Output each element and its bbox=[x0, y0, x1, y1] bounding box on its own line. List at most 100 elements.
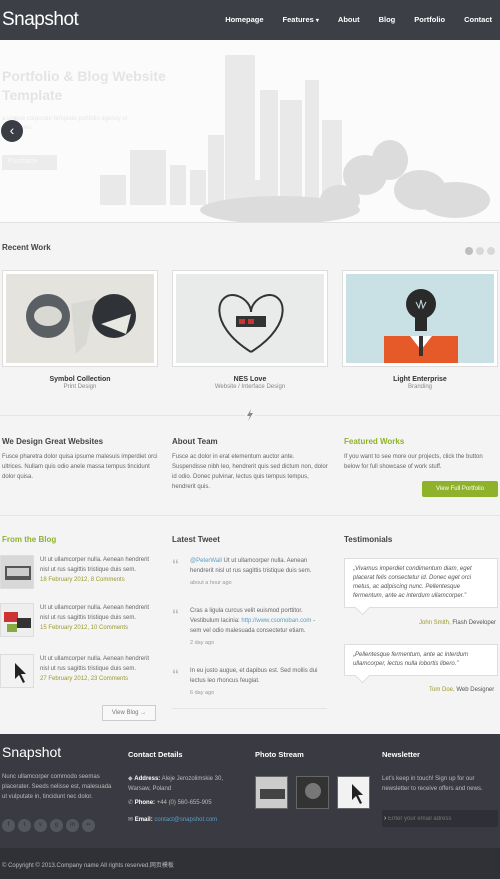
mail-icon: ✉ bbox=[128, 817, 134, 823]
chevron-down-icon: ▾ bbox=[315, 18, 319, 24]
carousel-dots bbox=[465, 247, 495, 255]
facebook-icon[interactable]: f bbox=[2, 819, 15, 832]
testimonial-author-name: John Smith, bbox=[419, 620, 451, 626]
contact-details-title: Contact Details bbox=[128, 750, 183, 759]
purchase-button[interactable]: Purchase bbox=[2, 155, 57, 170]
work-name-3: Light Enterprise bbox=[393, 376, 447, 383]
address-label: Address: bbox=[134, 776, 161, 782]
footer-about-text: Nunc ullamcorper commodo seemas placerat… bbox=[2, 774, 112, 800]
nes-love-image bbox=[176, 274, 324, 363]
top-bar: Snapshot Homepage Features ▾ About Blog … bbox=[0, 0, 500, 40]
testimonial-author-1: John Smith, Flash Developer bbox=[419, 620, 496, 626]
slider-prev-button[interactable]: ‹ bbox=[1, 120, 23, 142]
hero-title: Portfolio & Blog Website Template bbox=[2, 68, 166, 103]
carousel-dot-2[interactable] bbox=[476, 247, 484, 255]
copyright-text: © Copyright © 2013.Company name All righ… bbox=[2, 863, 174, 869]
photo-stream-thumb-1[interactable] bbox=[255, 776, 288, 809]
lightning-icon bbox=[245, 409, 255, 421]
contact-phone: ✆ Phone: +44 (0) 560-655-905 bbox=[128, 798, 238, 808]
email-label: Email: bbox=[134, 817, 153, 823]
nav-contact[interactable]: Contact bbox=[464, 15, 492, 24]
blog-post-excerpt: Ut ut ullamcorper nulla. Aenean hendreri… bbox=[40, 557, 150, 573]
blog-post-text: Ut ut ullamcorper nulla. Aenean hendreri… bbox=[40, 555, 157, 585]
blog-post-comments[interactable]: 10 Comments bbox=[91, 625, 128, 631]
testimonial-quote-1: „Vivamus imperdiet condimentum diam, ege… bbox=[344, 558, 498, 608]
symbol-collection-image bbox=[6, 274, 154, 363]
blog-post-comments[interactable]: 8 Comments bbox=[91, 577, 125, 583]
blog-thumbnail-2 bbox=[0, 603, 34, 637]
carousel-dot-1[interactable] bbox=[465, 247, 473, 255]
phone-value: +44 (0) 560-655-905 bbox=[156, 800, 212, 806]
tweet-time: about a hour ago bbox=[190, 580, 232, 586]
testimonial-author-role: Web Designer bbox=[454, 687, 495, 693]
contact-address: ◆ Address: Aleje Jerozolimskie 30, Warsa… bbox=[128, 774, 238, 794]
photo-stream-thumb-3[interactable] bbox=[337, 776, 370, 809]
featured-works-title: Featured Works bbox=[344, 437, 405, 446]
location-icon: ◆ bbox=[128, 776, 133, 782]
hero-slider: Portfolio & Blog Website Template a uniq… bbox=[0, 40, 500, 223]
latest-tweet-title: Latest Tweet bbox=[172, 535, 220, 544]
site-logo[interactable]: Snapshot bbox=[2, 9, 79, 31]
testimonial-author-name: Tom Doe, bbox=[429, 687, 455, 693]
vimeo-icon[interactable]: v bbox=[34, 819, 47, 832]
tweet-text: In eu justo augue, et dapibus est. Sed m… bbox=[190, 668, 318, 684]
photo-stream-thumb-2[interactable] bbox=[296, 776, 329, 809]
view-blog-button[interactable]: View Blog → bbox=[102, 705, 156, 721]
testimonial-quote-2: „Pellentesque fermentum, ante ac interdu… bbox=[344, 644, 498, 676]
blog-post-date: 18 February 2012, bbox=[40, 577, 90, 583]
footer: Snapshot Nunc ullamcorper commodo seemas… bbox=[0, 734, 500, 848]
google-plus-icon[interactable]: g bbox=[50, 819, 63, 832]
phone-label: Phone: bbox=[134, 800, 156, 806]
blog-title: From the Blog bbox=[2, 535, 57, 544]
nav-homepage[interactable]: Homepage bbox=[225, 15, 263, 24]
blog-thumbnail-1 bbox=[0, 555, 34, 589]
newsletter-text: Let's keep in touch! Sign up for our new… bbox=[382, 776, 483, 792]
design-text: Fusce pharetra dolor quisa ipsume malesu… bbox=[2, 454, 158, 480]
newsletter-email-input[interactable] bbox=[382, 810, 498, 827]
email-link[interactable]: contact@snapshot.com bbox=[154, 817, 217, 823]
nav-features-label: Features bbox=[282, 15, 314, 24]
twitter-icon[interactable]: t bbox=[18, 819, 31, 832]
work-card-light-enterprise[interactable] bbox=[342, 270, 498, 367]
nav-features[interactable]: Features ▾ bbox=[283, 15, 319, 24]
work-card-nes-love[interactable] bbox=[172, 270, 328, 367]
blog-post-3[interactable]: Ut ut ullamcorper nulla. Aenean hendreri… bbox=[0, 654, 157, 698]
nav-about[interactable]: About bbox=[338, 15, 360, 24]
quote-icon: “ bbox=[172, 666, 179, 682]
blog-thumbnail-3 bbox=[0, 654, 34, 688]
bottom-bar: © Copyright © 2013.Company name All righ… bbox=[0, 848, 500, 879]
contact-email: ✉ Email: contact@snapshot.com bbox=[128, 815, 243, 825]
blog-post-date: 15 February 2012, bbox=[40, 625, 90, 631]
carousel-dot-3[interactable] bbox=[487, 247, 495, 255]
work-card-symbol-collection[interactable] bbox=[2, 270, 158, 367]
blog-post-1[interactable]: Ut ut ullamcorper nulla. Aenean hendreri… bbox=[0, 555, 157, 599]
arrow-right-icon: › bbox=[384, 815, 387, 822]
light-enterprise-image bbox=[346, 274, 494, 363]
nav-blog[interactable]: Blog bbox=[379, 15, 396, 24]
blog-post-comments[interactable]: 23 Comments bbox=[91, 676, 128, 682]
tweet-link[interactable]: http://www.csomoban.com bbox=[241, 618, 311, 624]
blog-post-date: 27 February 2012, bbox=[40, 676, 90, 682]
flickr-icon[interactable]: •• bbox=[82, 819, 95, 832]
tweet-time: 6 day ago bbox=[190, 690, 215, 696]
testimonial-author-2: Tom Doe, Web Designer bbox=[429, 687, 494, 693]
quote-icon: “ bbox=[172, 556, 179, 572]
section-divider-2 bbox=[0, 515, 500, 516]
photo-stream-title: Photo Stream bbox=[255, 750, 304, 759]
newsletter-title: Newsletter bbox=[382, 750, 420, 759]
testimonial-author-role: Flash Developer bbox=[450, 620, 497, 626]
blog-post-text: Ut ut ullamcorper nulla. Aenean hendreri… bbox=[40, 654, 157, 684]
design-title: We Design Great Websites bbox=[2, 437, 104, 446]
footer-logo: Snapshot bbox=[2, 744, 62, 760]
blog-post-excerpt: Ut ut ullamcorper nulla. Aenean hendreri… bbox=[40, 656, 150, 672]
recent-work-title: Recent Work bbox=[2, 243, 51, 252]
social-icons: f t v g in •• bbox=[2, 819, 95, 832]
view-portfolio-button[interactable]: View Full Portfolio bbox=[422, 481, 498, 497]
quote-icon: “ bbox=[172, 606, 179, 622]
tweet-handle-link[interactable]: @PeterWall bbox=[190, 558, 222, 564]
blog-post-2[interactable]: Ut ut ullamcorper nulla. Aenean hendreri… bbox=[0, 603, 157, 647]
main-nav: Homepage Features ▾ About Blog Portfolio… bbox=[225, 15, 492, 24]
linkedin-icon[interactable]: in bbox=[66, 819, 79, 832]
nav-portfolio[interactable]: Portfolio bbox=[414, 15, 445, 24]
work-category-1: Print Design bbox=[63, 384, 97, 390]
